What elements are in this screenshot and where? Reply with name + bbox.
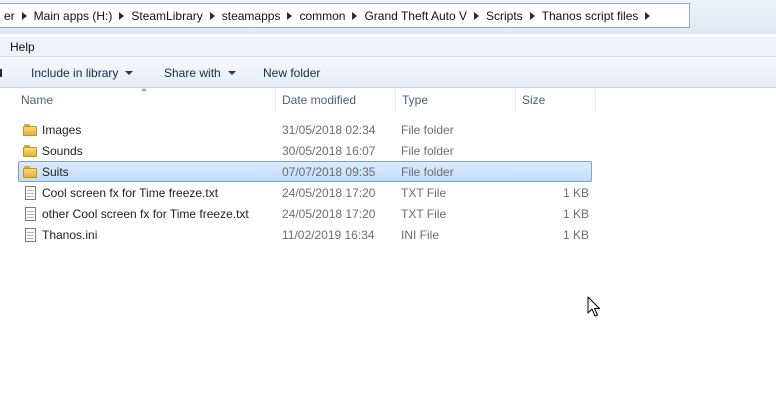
chevron-down-icon [125, 71, 134, 75]
file-date: 11/02/2019 16:34 [282, 228, 375, 242]
column-header-label: Date modified [282, 93, 357, 107]
file-row-images[interactable]: Images 31/05/2018 02:34 File folder [18, 119, 592, 140]
breadcrumb-item-thanos-script-files[interactable]: Thanos script files [538, 4, 654, 27]
file-row-sounds[interactable]: Sounds 30/05/2018 16:07 File folder [18, 140, 592, 161]
file-size: 1 KB [562, 186, 589, 200]
file-row-other-cool-screen-fx[interactable]: other Cool screen fx for Time freeze.txt… [18, 203, 592, 224]
chevron-right-icon[interactable] [352, 11, 358, 20]
breadcrumb-label: steamapps [221, 8, 281, 23]
new-folder-label: New folder [263, 66, 321, 80]
file-date: 30/05/2018 16:07 [282, 144, 376, 158]
toolbar-overflow-icon[interactable] [0, 69, 2, 77]
chevron-right-icon[interactable] [209, 11, 215, 20]
column-header-label: Type [402, 93, 429, 107]
chevron-right-icon[interactable] [473, 11, 479, 20]
file-date: 07/07/2018 09:35 [282, 165, 376, 179]
column-header-label: Size [522, 93, 546, 107]
breadcrumb-item-drive[interactable]: Main apps (H:) [30, 4, 128, 27]
chevron-right-icon[interactable] [21, 11, 27, 20]
file-date: 24/05/2018 17:20 [282, 207, 376, 221]
folder-icon [23, 165, 38, 179]
file-row-suits[interactable]: Suits 07/07/2018 09:35 File folder [18, 161, 592, 182]
breadcrumb-label: SteamLibrary [131, 8, 203, 23]
folder-icon [23, 144, 38, 158]
file-type: INI File [401, 228, 440, 242]
file-size: 1 KB [562, 207, 589, 221]
breadcrumb-label: Thanos script files [541, 8, 639, 23]
breadcrumb-item-gta-v[interactable]: Grand Theft Auto V [360, 4, 482, 27]
breadcrumb-label: Scripts [485, 8, 523, 23]
file-type: File folder [401, 165, 454, 179]
file-type: TXT File [401, 207, 447, 221]
file-date: 31/05/2018 02:34 [282, 123, 376, 137]
file-name: Sounds [42, 144, 83, 158]
mouse-cursor-icon [587, 296, 600, 317]
file-type: TXT File [401, 186, 447, 200]
address-bar: er Main apps (H:) SteamLibrary steamapps… [0, 0, 776, 34]
breadcrumb-label: common [299, 8, 346, 23]
file-name: Suits [42, 165, 69, 179]
chevron-down-icon [227, 71, 236, 75]
breadcrumb-item-common[interactable]: common [295, 4, 360, 27]
column-header-date-modified[interactable]: Date modified [276, 89, 396, 111]
breadcrumb-item-partial[interactable]: er [0, 4, 30, 27]
column-header-name[interactable]: Name [15, 89, 276, 111]
file-size: 1 KB [562, 228, 589, 242]
file-type: File folder [401, 144, 454, 158]
share-with-button[interactable]: Share with [164, 64, 236, 82]
column-header-label: Name [21, 93, 54, 107]
breadcrumb-item-steamapps[interactable]: steamapps [218, 4, 296, 27]
chevron-right-icon[interactable] [287, 11, 293, 20]
file-name: Thanos.ini [42, 228, 98, 242]
breadcrumb[interactable]: er Main apps (H:) SteamLibrary steamapps… [0, 3, 690, 28]
file-date: 24/05/2018 17:20 [282, 186, 376, 200]
chevron-right-icon[interactable] [119, 11, 125, 20]
folder-icon [23, 123, 38, 137]
breadcrumb-label: er [4, 8, 15, 23]
include-in-library-label: Include in library [31, 66, 119, 80]
column-header-size[interactable]: Size [516, 89, 596, 111]
file-name: Images [42, 123, 82, 137]
file-name: Cool screen fx for Time freeze.txt [42, 186, 219, 200]
text-file-icon [23, 186, 38, 200]
share-with-label: Share with [164, 66, 221, 80]
breadcrumb-item-steamlibrary[interactable]: SteamLibrary [127, 4, 217, 27]
command-bar: Include in library Share with New folder [0, 57, 776, 88]
chevron-right-icon[interactable] [645, 11, 651, 20]
text-file-icon [23, 207, 38, 221]
menu-help[interactable]: Help [0, 40, 45, 54]
file-row-thanos-ini[interactable]: Thanos.ini 11/02/2019 16:34 INI File 1 K… [18, 224, 592, 245]
menu-bar: Help [0, 37, 776, 57]
file-row-cool-screen-fx[interactable]: Cool screen fx for Time freeze.txt 24/05… [18, 182, 592, 203]
breadcrumb-label: Grand Theft Auto V [364, 8, 467, 23]
include-in-library-button[interactable]: Include in library [31, 64, 134, 82]
breadcrumb-label: Main apps (H:) [33, 8, 113, 23]
ini-file-icon [23, 228, 38, 242]
file-name: other Cool screen fx for Time freeze.txt [42, 207, 249, 221]
file-type: File folder [401, 123, 454, 137]
breadcrumb-item-scripts[interactable]: Scripts [482, 4, 538, 27]
column-header-type[interactable]: Type [396, 89, 516, 111]
new-folder-button[interactable]: New folder [263, 64, 320, 82]
chevron-right-icon[interactable] [529, 11, 535, 20]
